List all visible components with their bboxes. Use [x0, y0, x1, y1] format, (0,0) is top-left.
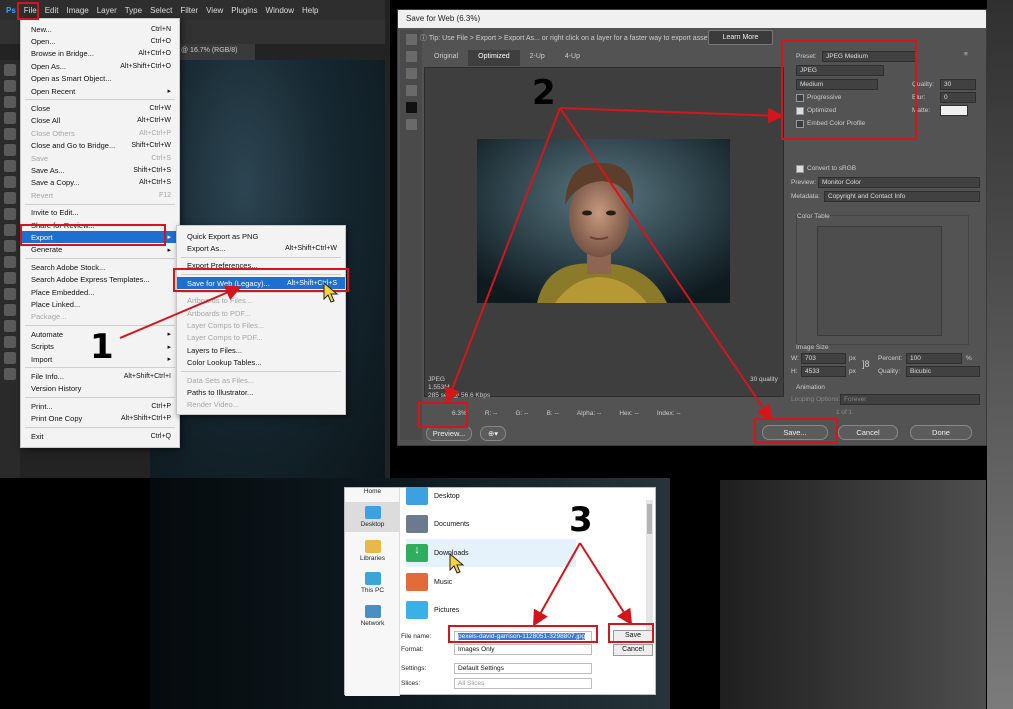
step-number-3: 3 — [569, 500, 593, 540]
arrow-step3-save — [579, 542, 633, 626]
arrow-step2-save — [559, 107, 773, 422]
step-number-2: 2 — [532, 73, 556, 113]
arrow-step2-preset — [559, 107, 784, 124]
arrow-step2-zoom — [444, 107, 561, 404]
arrow-step3-filename — [533, 542, 581, 627]
annotation-arrows — [119, 107, 784, 627]
cursor-icon — [449, 553, 465, 574]
step-number-1: 1 — [90, 327, 114, 367]
arrow-step1 — [119, 285, 242, 339]
cursor-icon — [323, 282, 339, 303]
